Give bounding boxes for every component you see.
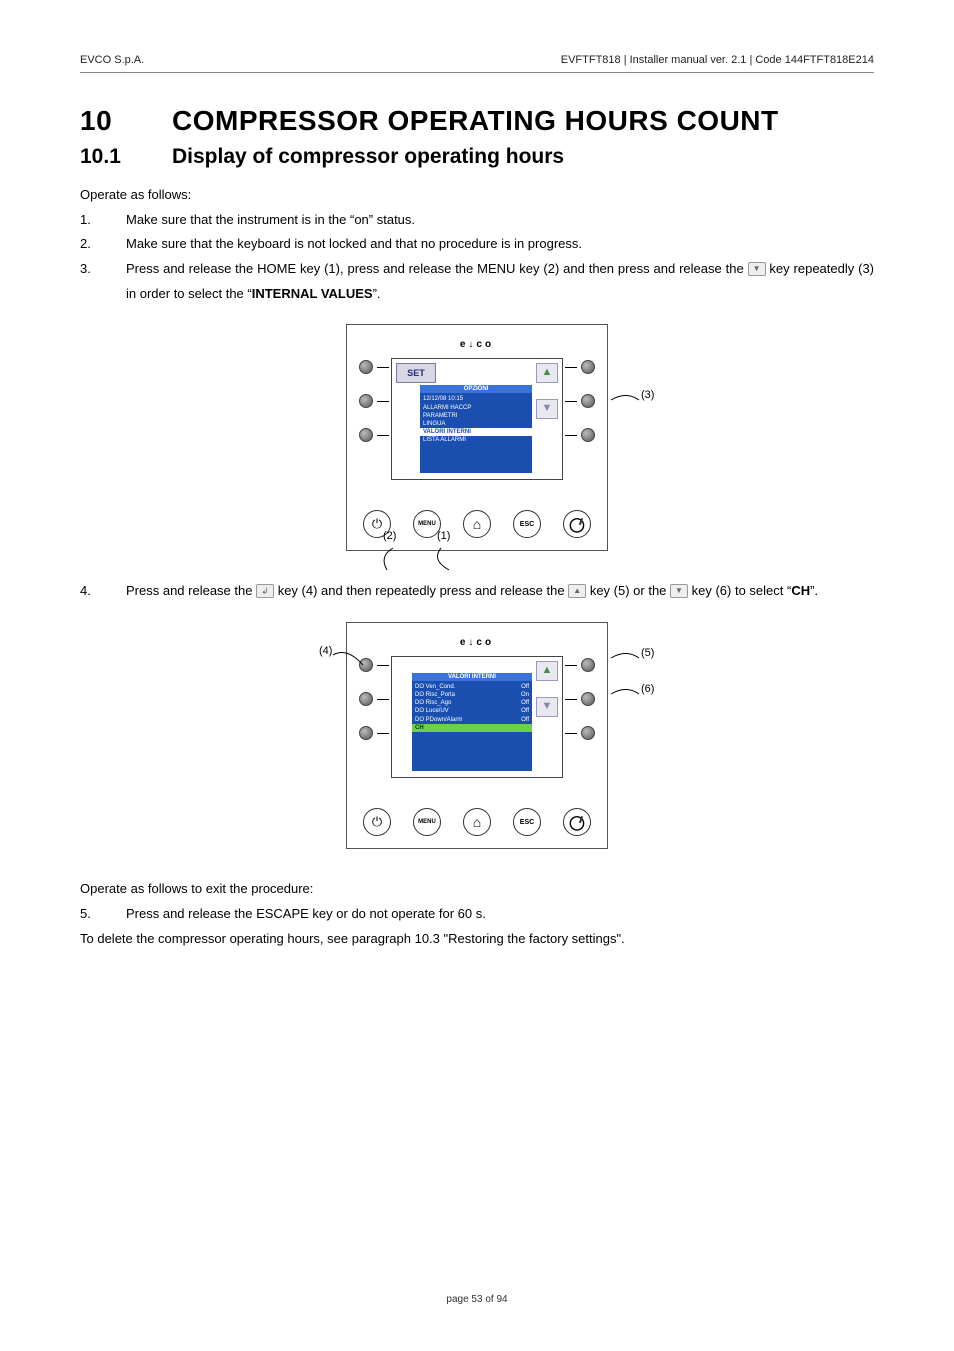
panel-row: DO Risc_AgoOff — [415, 699, 529, 707]
text-fragment: Press and release the — [126, 583, 256, 598]
device-illustration: e↓co VALORI INTERNI DO Ven_Cond.Off DO R… — [346, 622, 608, 849]
delete-note: To delete the compressor operating hours… — [80, 927, 874, 952]
text-fragment: key (6) to select “ — [688, 583, 791, 598]
step-3: 3. Press and release the HOME key (1), p… — [80, 257, 874, 306]
right-softkeys — [563, 358, 597, 442]
callout-label: (3) — [641, 389, 654, 401]
screen-panel: VALORI INTERNI DO Ven_Cond.Off DO Risc_P… — [412, 673, 532, 771]
exit-intro: Operate as follows to exit the procedure… — [80, 877, 874, 902]
panel-row-selected: VALORI INTERNI — [420, 428, 532, 436]
callout-label: (5) — [641, 647, 654, 659]
panel-row: DO Luce/UVOff — [415, 707, 529, 715]
section-title: Display of compressor operating hours — [172, 145, 564, 168]
onoff-button-icon — [563, 808, 591, 836]
figure-2: e↓co VALORI INTERNI DO Ven_Cond.Off DO R… — [80, 622, 874, 849]
softkey-dot — [581, 360, 595, 374]
panel-title: VALORI INTERNI — [412, 673, 532, 681]
intro-text: Operate as follows: — [80, 183, 874, 208]
text-fragment: key (4) and then repeatedly press and re… — [274, 583, 568, 598]
left-softkeys — [357, 358, 391, 442]
callout-label: (1) — [437, 530, 450, 542]
softkey-dot — [359, 394, 373, 408]
text-fragment: ”. — [810, 583, 818, 598]
panel-row-selected: CH — [412, 724, 532, 732]
screen-down-arrow — [536, 697, 558, 717]
screen-up-arrow — [536, 363, 558, 383]
step-text: Press and release the ESCAPE key or do n… — [126, 902, 874, 927]
chapter-number: 10 — [80, 105, 172, 137]
chapter-heading: 10COMPRESSOR OPERATING HOURS COUNT — [80, 105, 874, 137]
menu-button-icon: MENU — [413, 808, 441, 836]
step-5: 5. Press and release the ESCAPE key or d… — [80, 902, 874, 927]
brand-logo: e↓co — [357, 637, 597, 648]
step-text: Press and release the key (4) and then r… — [126, 579, 874, 604]
device-screen: SET OPZIONI 12/12/08 10:15 ALLARMI HACCP… — [391, 358, 563, 480]
panel-row: 12/12/08 10:15 — [423, 395, 529, 403]
softkey-dot — [581, 692, 595, 706]
screen-up-arrow — [536, 661, 558, 681]
step-text: Press and release the HOME key (1), pres… — [126, 257, 874, 306]
keyword: INTERNAL VALUES — [252, 286, 373, 301]
step-text: Make sure that the keyboard is not locke… — [126, 232, 874, 257]
panel-title: OPZIONI — [420, 385, 532, 393]
softkey-dot — [581, 726, 595, 740]
up-key-icon — [568, 584, 586, 598]
header-right: EVFTFT818 | Installer manual ver. 2.1 | … — [561, 54, 874, 66]
step-4: 4. Press and release the key (4) and the… — [80, 579, 874, 604]
softkey-dot — [359, 692, 373, 706]
panel-row: PARAMETRI — [423, 412, 529, 420]
device-screen: VALORI INTERNI DO Ven_Cond.Off DO Risc_P… — [391, 656, 563, 778]
step-1: 1. Make sure that the instrument is in t… — [80, 208, 874, 233]
step-number: 3. — [80, 257, 126, 306]
callout-label: (6) — [641, 683, 654, 695]
softkey-dot — [581, 658, 595, 672]
text-fragment: Press and release the HOME key (1), pres… — [126, 261, 748, 276]
esc-button-icon: ESC — [513, 510, 541, 538]
section-heading: 10.1Display of compressor operating hour… — [80, 145, 874, 169]
panel-row: LISTA ALLARMI — [423, 436, 529, 444]
softkey-dot — [359, 360, 373, 374]
panel-row: ALLARMI HACCP — [423, 404, 529, 412]
home-button-icon — [463, 510, 491, 538]
page-header: EVCO S.p.A. EVFTFT818 | Installer manual… — [80, 54, 874, 73]
brand-logo: e↓co — [357, 339, 597, 350]
callout-label: (4) — [319, 645, 332, 657]
screen-panel: OPZIONI 12/12/08 10:15 ALLARMI HACCP PAR… — [420, 385, 532, 473]
down-key-icon — [670, 584, 688, 598]
panel-row: DO Ven_Cond.Off — [415, 683, 529, 691]
keyword: CH — [791, 583, 810, 598]
home-button-icon — [463, 808, 491, 836]
panel-row: DO Risc_PortaOn — [415, 691, 529, 699]
down-key-icon — [748, 262, 766, 276]
power-button-icon — [363, 808, 391, 836]
softkey-dot — [359, 726, 373, 740]
page-footer: page 53 of 94 — [0, 1294, 954, 1305]
text-fragment: key (5) or the — [586, 583, 670, 598]
esc-button-icon: ESC — [513, 808, 541, 836]
callout-label: (2) — [383, 530, 396, 542]
step-2: 2. Make sure that the keyboard is not lo… — [80, 232, 874, 257]
chapter-title: COMPRESSOR OPERATING HOURS COUNT — [172, 105, 779, 136]
step-text: Make sure that the instrument is in the … — [126, 208, 874, 233]
text-fragment: ”. — [373, 286, 381, 301]
hardware-button-row: MENU ESC — [357, 808, 597, 836]
panel-row: DO PDown/AlarmOff — [415, 716, 529, 724]
step-number: 4. — [80, 579, 126, 604]
set-button: SET — [396, 363, 436, 383]
onoff-button-icon — [563, 510, 591, 538]
right-softkeys — [563, 656, 597, 740]
device-illustration: e↓co SET OPZIONI 12/12/08 10:15 ALLARMI … — [346, 324, 608, 551]
softkey-dot — [581, 394, 595, 408]
softkey-dot — [581, 428, 595, 442]
section-number: 10.1 — [80, 145, 172, 169]
panel-row: LINGUA — [423, 420, 529, 428]
figure-1: e↓co SET OPZIONI 12/12/08 10:15 ALLARMI … — [80, 324, 874, 551]
enter-key-icon — [256, 584, 274, 598]
screen-down-arrow — [536, 399, 558, 419]
step-number: 1. — [80, 208, 126, 233]
step-number: 2. — [80, 232, 126, 257]
step-number: 5. — [80, 902, 126, 927]
softkey-dot — [359, 428, 373, 442]
header-left: EVCO S.p.A. — [80, 54, 144, 66]
